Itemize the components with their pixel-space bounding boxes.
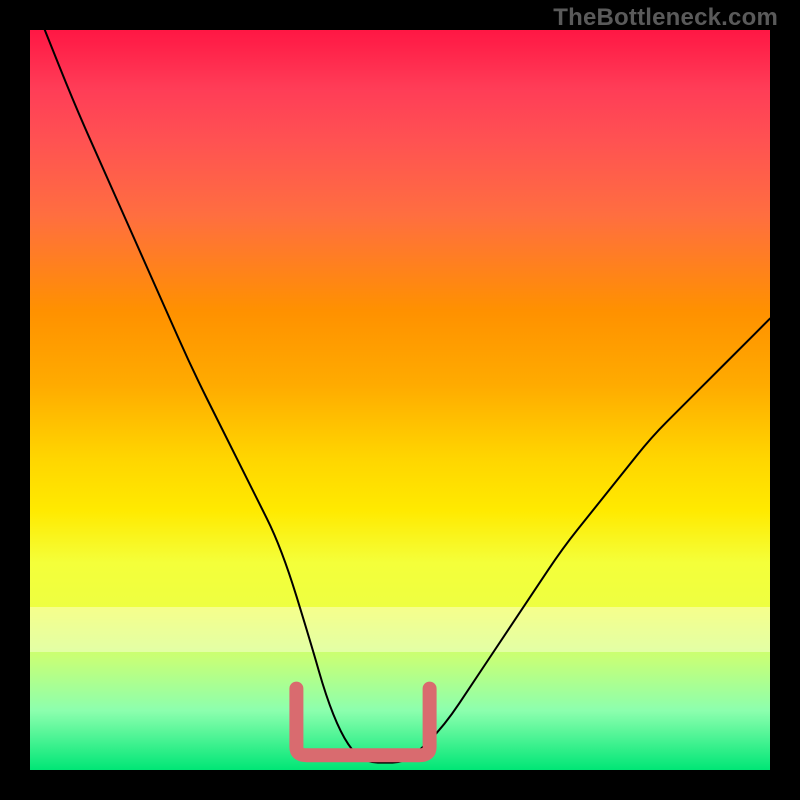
chart-svg <box>30 30 770 770</box>
chart-frame: TheBottleneck.com <box>0 0 800 800</box>
watermark-text: TheBottleneck.com <box>553 4 778 32</box>
chart-plot-area <box>30 30 770 770</box>
bottleneck-curve-line <box>45 30 770 763</box>
sweet-spot-highlight <box>296 689 429 756</box>
